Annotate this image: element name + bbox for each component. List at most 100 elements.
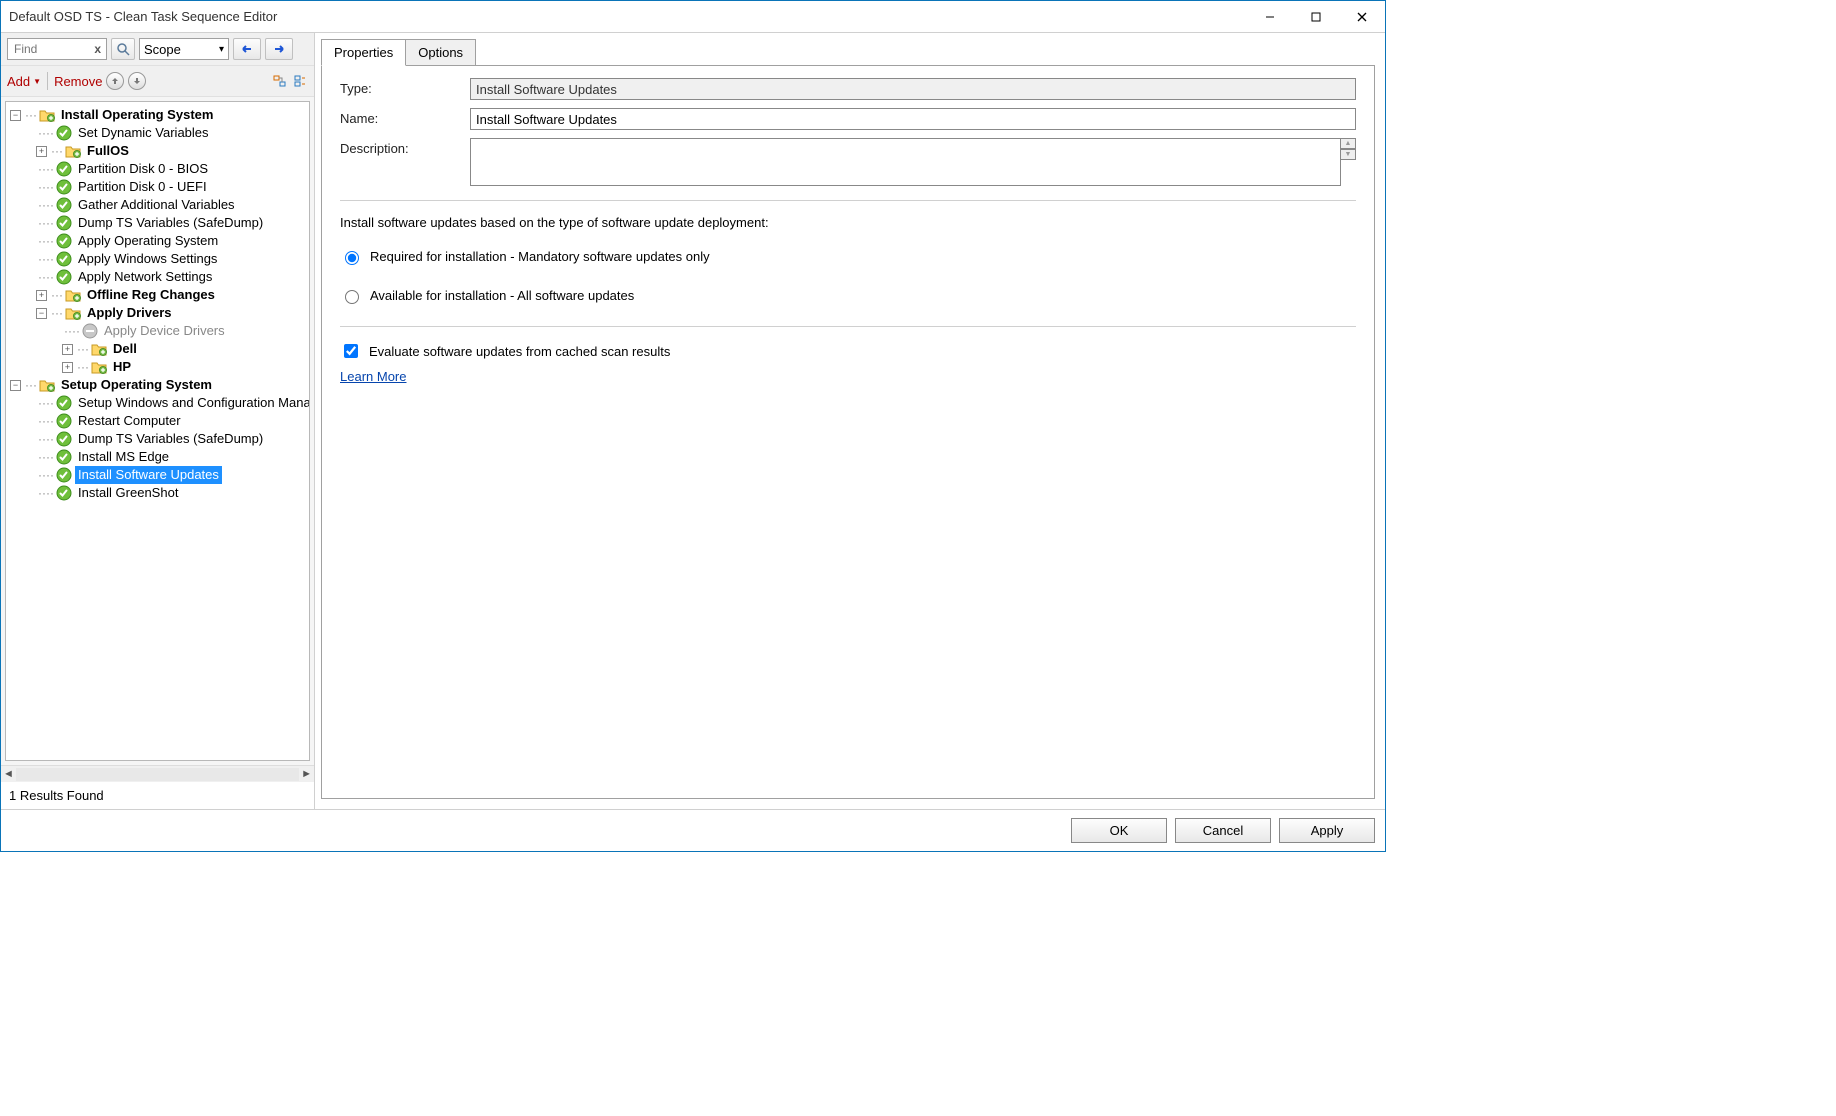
expander-icon[interactable]: − — [10, 110, 21, 121]
node-label: Dump TS Variables (SafeDump) — [75, 214, 266, 232]
node-label: Apply Device Drivers — [101, 322, 228, 340]
scope-select[interactable]: Scope ▾ — [139, 38, 229, 60]
move-up-button[interactable] — [106, 72, 124, 90]
expander-icon[interactable]: − — [36, 308, 47, 319]
task-tree[interactable]: −··· Install Operating System ···· Set D… — [5, 101, 310, 761]
check-evaluate-label: Evaluate software updates from cached sc… — [369, 344, 670, 359]
scroll-right-icon[interactable]: ► — [301, 768, 312, 780]
scroll-left-icon[interactable]: ◄ — [3, 768, 14, 780]
status-bar: 1 Results Found — [1, 782, 314, 809]
find-input[interactable] — [12, 41, 82, 57]
check-icon — [56, 233, 72, 249]
node-label: Install MS Edge — [75, 448, 172, 466]
cancel-button[interactable]: Cancel — [1175, 818, 1271, 843]
name-field[interactable] — [470, 108, 1356, 130]
apply-button[interactable]: Apply — [1279, 818, 1375, 843]
radio-required-input[interactable] — [345, 251, 359, 265]
tree-node[interactable]: ···· Apply Device Drivers — [6, 322, 309, 340]
node-label: Dump TS Variables (SafeDump) — [75, 430, 266, 448]
check-icon — [56, 125, 72, 141]
tree-node[interactable]: ···· Partition Disk 0 - BIOS — [6, 160, 309, 178]
titlebar: Default OSD TS - Clean Task Sequence Edi… — [1, 1, 1385, 33]
tree-node[interactable]: −··· Install Operating System — [6, 106, 309, 124]
node-label: Set Dynamic Variables — [75, 124, 212, 142]
folder-icon — [91, 359, 107, 375]
tree-node[interactable]: ···· Apply Windows Settings — [6, 250, 309, 268]
ok-button[interactable]: OK — [1071, 818, 1167, 843]
prev-result-button[interactable] — [233, 38, 261, 60]
close-button[interactable] — [1339, 2, 1385, 32]
node-label: Dell — [110, 340, 140, 358]
check-icon — [56, 179, 72, 195]
description-field[interactable] — [470, 138, 1341, 186]
node-label: Partition Disk 0 - BIOS — [75, 160, 211, 178]
node-label: Apply Operating System — [75, 232, 221, 250]
separator — [340, 326, 1356, 327]
tree-node[interactable]: ···· Install MS Edge — [6, 448, 309, 466]
check-evaluate[interactable]: Evaluate software updates from cached sc… — [340, 341, 1356, 361]
add-label: Add — [7, 74, 30, 89]
check-icon — [56, 197, 72, 213]
scroll-track[interactable] — [16, 768, 299, 781]
tree-node[interactable]: +··· HP — [6, 358, 309, 376]
check-icon — [56, 161, 72, 177]
next-result-button[interactable] — [265, 38, 293, 60]
tree-node[interactable]: ···· Dump TS Variables (SafeDump) — [6, 214, 309, 232]
toolbar-divider — [47, 72, 48, 90]
scope-label: Scope — [144, 42, 181, 57]
add-menu[interactable]: Add ▼ — [7, 74, 41, 89]
tree-node[interactable]: ···· Install GreenShot — [6, 484, 309, 502]
tab-options[interactable]: Options — [405, 39, 476, 66]
tree-node[interactable]: −··· Setup Operating System — [6, 376, 309, 394]
tree-node[interactable]: ···· Apply Operating System — [6, 232, 309, 250]
tree-node[interactable]: ···· Dump TS Variables (SafeDump) — [6, 430, 309, 448]
tree-node[interactable]: ···· Gather Additional Variables — [6, 196, 309, 214]
check-evaluate-input[interactable] — [344, 344, 358, 358]
expander-icon[interactable]: + — [62, 344, 73, 355]
tree-node[interactable]: −··· Apply Drivers — [6, 304, 309, 322]
tree-node[interactable]: ···· Set Dynamic Variables — [6, 124, 309, 142]
tree-node[interactable]: ···· Setup Windows and Configuration Man… — [6, 394, 309, 412]
search-button[interactable] — [111, 38, 135, 60]
learn-more-link[interactable]: Learn More — [340, 369, 406, 384]
type-label: Type: — [340, 78, 470, 96]
window-title: Default OSD TS - Clean Task Sequence Edi… — [9, 9, 277, 24]
description-label: Description: — [340, 138, 470, 156]
horizontal-scrollbar[interactable]: ◄ ► — [1, 765, 314, 782]
expander-icon[interactable]: − — [10, 380, 21, 391]
tree-node[interactable]: +··· Dell — [6, 340, 309, 358]
spin-down-icon[interactable]: ▼ — [1340, 149, 1356, 160]
radio-available-input[interactable] — [345, 290, 359, 304]
expander-icon[interactable]: + — [36, 146, 47, 157]
minimize-button[interactable] — [1247, 2, 1293, 32]
folder-icon — [91, 341, 107, 357]
tree-node[interactable]: +··· Offline Reg Changes — [6, 286, 309, 304]
check-icon — [56, 269, 72, 285]
radio-required[interactable]: Required for installation - Mandatory so… — [340, 248, 1356, 265]
folder-icon — [65, 305, 81, 321]
find-clear-icon[interactable]: x — [91, 42, 104, 56]
tree-toolbar: Add ▼ Remove — [1, 65, 314, 97]
find-box[interactable]: x — [7, 38, 107, 60]
tree-node[interactable]: ···· Partition Disk 0 - UEFI — [6, 178, 309, 196]
tabs: Properties Options — [321, 39, 1375, 66]
node-label: Apply Network Settings — [75, 268, 215, 286]
folder-icon — [39, 107, 55, 123]
tree-node[interactable]: ···· Restart Computer — [6, 412, 309, 430]
expander-icon[interactable]: + — [36, 290, 47, 301]
tab-properties[interactable]: Properties — [321, 39, 406, 66]
expand-all-icon[interactable] — [272, 73, 288, 89]
collapse-all-icon[interactable] — [292, 73, 308, 89]
remove-button[interactable]: Remove — [54, 74, 102, 89]
tree-node[interactable]: +··· FullOS — [6, 142, 309, 160]
expander-icon[interactable]: + — [62, 362, 73, 373]
disabled-icon — [82, 323, 98, 339]
radio-available[interactable]: Available for installation - All softwar… — [340, 287, 1356, 304]
tree-node-selected[interactable]: ···· Install Software Updates — [6, 466, 309, 484]
info-text: Install software updates based on the ty… — [340, 215, 1356, 230]
spin-up-icon[interactable]: ▲ — [1340, 138, 1356, 149]
node-label: Install GreenShot — [75, 484, 181, 502]
move-down-button[interactable] — [128, 72, 146, 90]
maximize-button[interactable] — [1293, 2, 1339, 32]
tree-node[interactable]: ···· Apply Network Settings — [6, 268, 309, 286]
